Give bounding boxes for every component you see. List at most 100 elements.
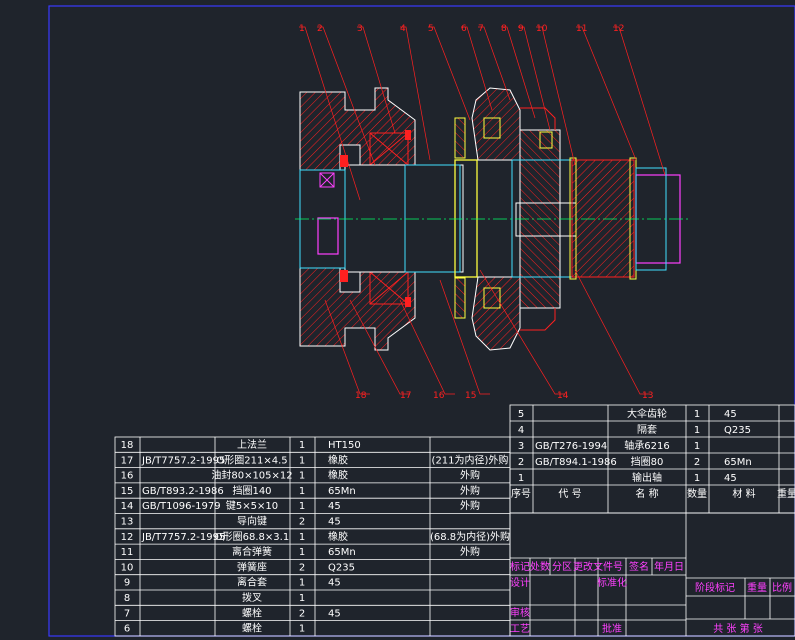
row-material: Q235 <box>328 562 355 573</box>
row-number: 13 <box>121 517 134 528</box>
row-qty: 1 <box>299 532 305 543</box>
bevel-gear-upper <box>471 87 521 161</box>
row-note: 外购 <box>460 484 480 497</box>
row-number: 2 <box>518 457 524 468</box>
row-number: 16 <box>121 471 134 482</box>
callout-6: 6 <box>461 24 467 34</box>
header-weight: 重量 <box>777 487 795 500</box>
callout-17: 17 <box>400 391 411 401</box>
row-number: 14 <box>121 501 134 512</box>
row-number: 18 <box>121 440 134 451</box>
parts-list-left-rows: 18 上法兰 1 HT15017 JB/T7757.2-1995O形圈211×4.5 1 橡… <box>115 438 510 635</box>
tb-date: 年月日 <box>654 560 684 573</box>
table-row: 8 拨叉 1 <box>124 591 305 604</box>
row-note: (68.8为内径)外购 <box>430 530 510 543</box>
row-qty: 1 <box>299 455 305 466</box>
row-note: 外购 <box>460 545 480 558</box>
callout-7: 7 <box>478 24 484 34</box>
row-number: 17 <box>121 455 134 466</box>
row-qty: 1 <box>299 578 305 589</box>
row-name: O形圈211×4.5 <box>216 454 287 466</box>
row-number: 15 <box>121 486 134 497</box>
tb-process: 工艺 <box>510 623 530 635</box>
row-name: 轴承6216 <box>624 439 669 452</box>
tb-scale: 比例 <box>772 581 792 594</box>
table-row: 1 输出轴 1 45 <box>518 471 737 484</box>
row-number: 12 <box>121 532 134 543</box>
row-qty: 1 <box>299 440 305 451</box>
row-material: 45 <box>328 517 341 528</box>
row-name: 键5×5×10 <box>226 499 278 512</box>
row-name: 大伞齿轮 <box>627 407 667 420</box>
table-row: 13 导向键 2 45 <box>121 515 341 528</box>
output-shaft <box>344 164 464 273</box>
row-material: 45 <box>724 409 737 420</box>
row-name: 离合弹簧 <box>232 545 272 558</box>
table-row: 3 GB/T276-1994 轴承6216 1 <box>518 439 700 452</box>
tb-zone: 分区 <box>552 561 572 573</box>
row-number: 7 <box>124 608 130 619</box>
callout-10: 10 <box>536 24 548 34</box>
row-qty: 2 <box>299 608 305 619</box>
row-number: 10 <box>121 562 134 573</box>
title-block <box>509 512 795 637</box>
row-material: 65Mn <box>328 486 356 497</box>
callout-4: 4 <box>400 24 406 34</box>
row-qty: 1 <box>299 471 305 482</box>
row-name: 挡圈140 <box>232 484 271 497</box>
row-number: 3 <box>518 441 524 452</box>
row-qty: 1 <box>694 473 700 484</box>
table-row: 14 GB/T1096-1979 键5×5×10 1 45 外购 <box>121 499 480 512</box>
row-qty: 1 <box>299 501 305 512</box>
row-qty: 2 <box>299 562 305 573</box>
clutch-spring <box>571 159 635 278</box>
row-material: HT150 <box>328 440 361 451</box>
row-name: 导向键 <box>237 515 267 528</box>
tb-count: 处数 <box>530 560 550 573</box>
row-number: 11 <box>121 547 134 558</box>
callout-16: 16 <box>433 391 445 401</box>
row-material: 橡胶 <box>328 453 348 466</box>
parts-list-right-rows: 5 大伞齿轮 1 45 4 隔套 1 Q235 3 GB/T276-1994 轴承6216 1 2 GB/… <box>510 407 795 486</box>
row-name: 油封80×105×12 <box>211 469 292 482</box>
table-row: 9 离合套 1 45 <box>124 576 341 589</box>
table-row: 11 离合弹簧 1 65Mn 外购 <box>121 545 480 558</box>
row-name: 上法兰 <box>237 438 267 451</box>
row-code: GB/T894.1-1986 <box>535 457 617 468</box>
row-material: 45 <box>724 473 737 484</box>
upper-flange-section <box>299 87 416 171</box>
row-material: 45 <box>328 501 341 512</box>
header-code: 代 号 <box>558 488 581 500</box>
title-block-text: 标记 处数 分区 更改文件号 签名 年月日 设计 标准化 审核 工艺 批准 阶段… <box>510 560 792 635</box>
row-qty: 2 <box>299 517 305 528</box>
row-number: 1 <box>518 473 524 484</box>
tb-change-doc: 更改文件号 <box>573 560 623 573</box>
callout-15: 15 <box>465 391 476 401</box>
table-row: 10 弹簧座 2 Q235 <box>121 560 355 573</box>
row-name: 输出轴 <box>632 471 662 484</box>
row-note: 外购 <box>460 499 480 512</box>
row-name: 螺栓 <box>242 622 262 635</box>
row-qty: 1 <box>694 441 700 452</box>
header-row: 序号 代 号 名 称 数量 材 料 重量 <box>511 487 795 500</box>
header-qty: 数量 <box>687 487 707 500</box>
row-number: 9 <box>124 578 130 589</box>
tb-mark: 标记 <box>510 561 530 573</box>
row-material: 橡胶 <box>328 469 348 482</box>
callout-12: 12 <box>613 24 624 34</box>
row-material: 65Mn <box>724 457 752 468</box>
cad-drawing-canvas: 1 2 3 4 5 6 7 8 9 10 11 12 13 14 15 16 1… <box>48 5 795 637</box>
callout-2: 2 <box>317 24 323 34</box>
tb-sheets: 共 张 第 张 <box>713 622 763 635</box>
row-number: 5 <box>518 409 524 420</box>
row-code: GB/T276-1994 <box>535 441 607 452</box>
row-code: GB/T893.2-1986 <box>142 486 224 497</box>
gear-hub <box>454 159 478 278</box>
callout-9: 9 <box>518 24 524 34</box>
table-row: 6 螺栓 1 <box>124 622 305 635</box>
row-material: Q235 <box>724 425 751 436</box>
row-name: 挡圈80 <box>631 455 664 468</box>
table-row: 2 GB/T894.1-1986 挡圈80 2 65Mn <box>518 455 752 468</box>
callout-13: 13 <box>642 391 653 401</box>
row-note: (211为内径)外购 <box>432 453 509 466</box>
